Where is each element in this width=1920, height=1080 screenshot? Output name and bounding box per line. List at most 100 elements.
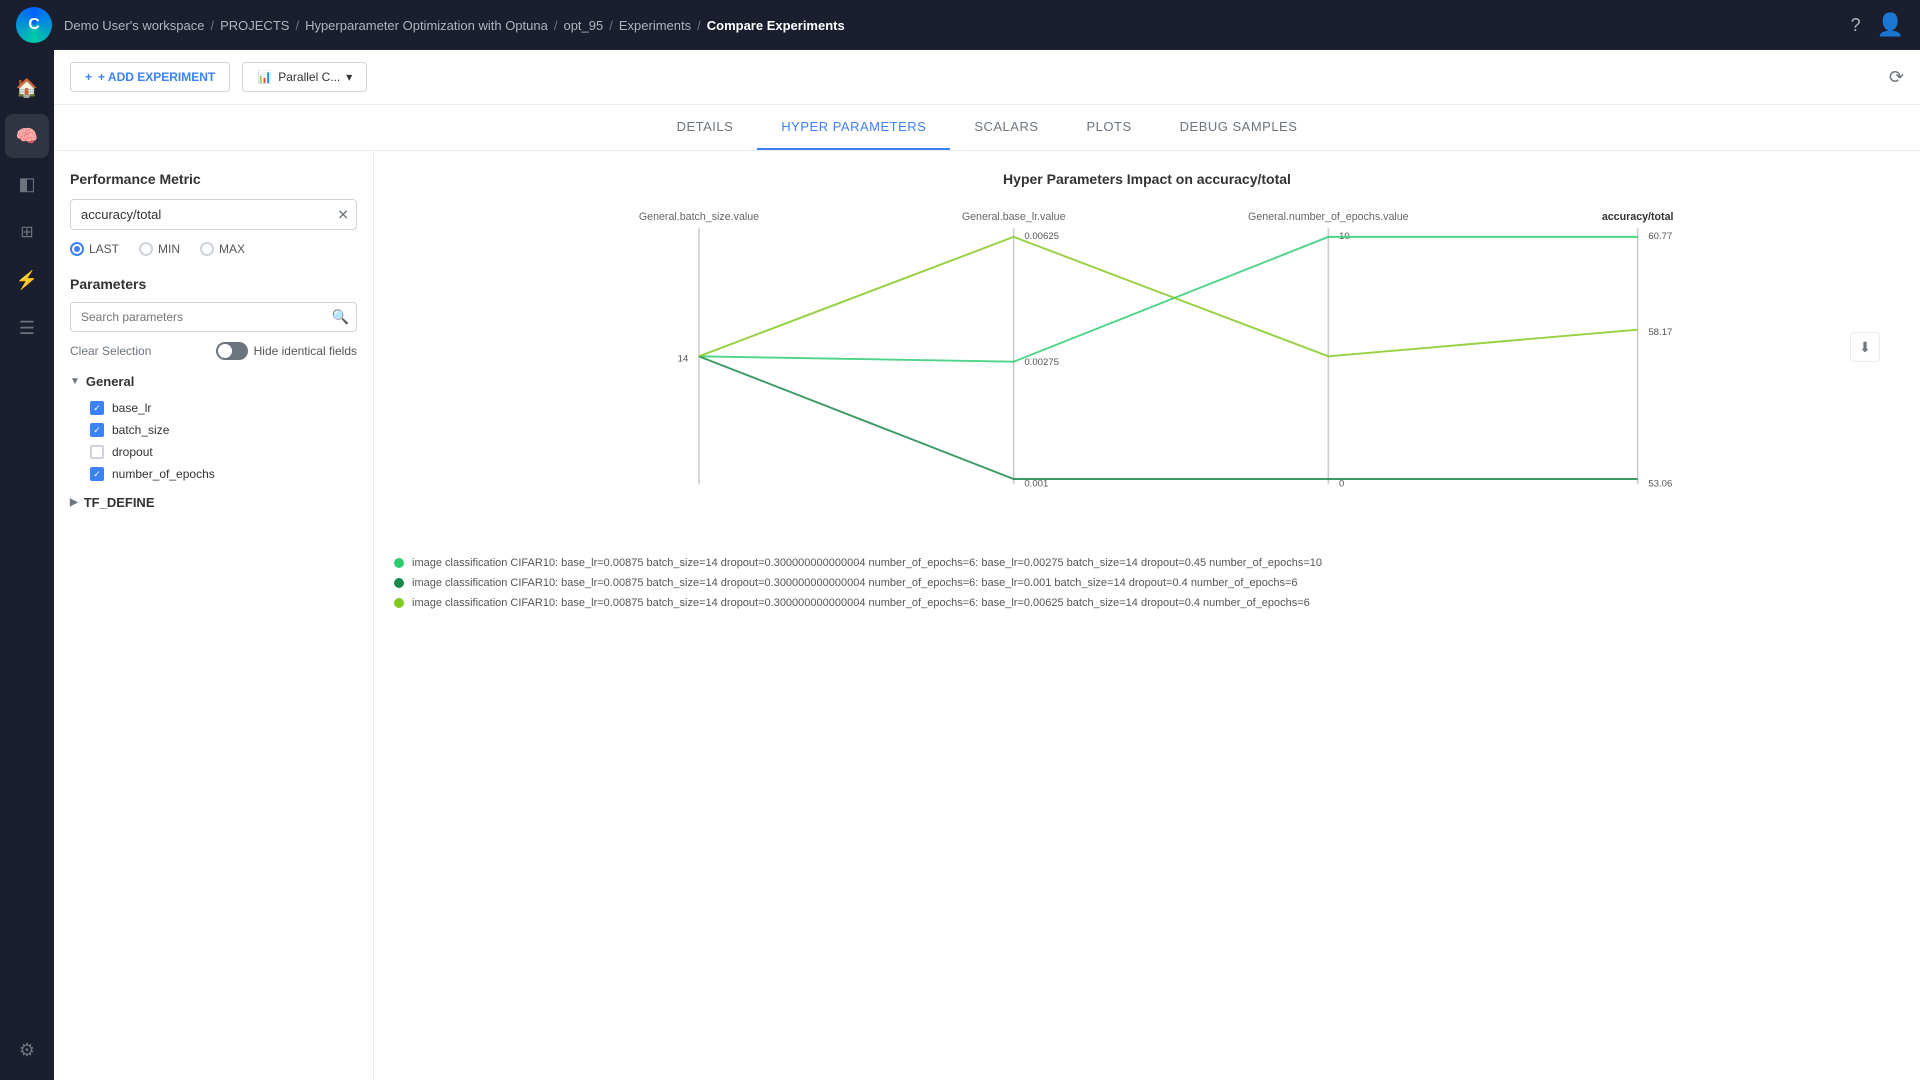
- toolbar: + + ADD EXPERIMENT 📊 Parallel C... ▾ ⟳: [54, 50, 1920, 105]
- main-wrapper: + + ADD EXPERIMENT 📊 Parallel C... ▾ ⟳ D…: [54, 50, 1920, 1080]
- tab-hyper-parameters[interactable]: HYPER PARAMETERS: [757, 105, 950, 150]
- sidebar-item-pipelines[interactable]: ⚡: [5, 258, 49, 302]
- tab-plots[interactable]: PLOTS: [1063, 105, 1156, 150]
- topbar-right: ? 👤: [1851, 12, 1904, 38]
- svg-text:General.batch_size.value: General.batch_size.value: [639, 211, 759, 223]
- legend-item-0: image classification CIFAR10: base_lr=0.…: [394, 557, 1900, 569]
- chevron-down-icon: ▾: [346, 70, 352, 84]
- group-general-header[interactable]: ▼ General: [70, 374, 357, 389]
- legend-text-0: image classification CIFAR10: base_lr=0.…: [412, 557, 1322, 569]
- add-icon: +: [85, 70, 92, 84]
- radio-max[interactable]: MAX: [200, 242, 245, 256]
- legend-item-1: image classification CIFAR10: base_lr=0.…: [394, 577, 1900, 589]
- metric-input[interactable]: [70, 199, 357, 230]
- breadcrumb-sep-2: /: [295, 18, 299, 33]
- group-general-params: base_lr batch_size dropout number_of_epo…: [70, 397, 357, 485]
- legend-dot-1: [394, 578, 404, 588]
- breadcrumb-sep-1: /: [210, 18, 214, 33]
- content-area: Performance Metric ✕ LAST MIN MAX: [54, 151, 1920, 1080]
- breadcrumb-experiments[interactable]: Experiments: [619, 18, 691, 33]
- breadcrumb-sep-4: /: [609, 18, 613, 33]
- svg-text:General.number_of_epochs.value: General.number_of_epochs.value: [1248, 211, 1409, 223]
- param-number-of-epochs[interactable]: number_of_epochs: [70, 463, 357, 485]
- checkbox-number-of-epochs[interactable]: [90, 467, 104, 481]
- user-avatar[interactable]: 👤: [1877, 12, 1904, 38]
- parallel-chart-svg: General.batch_size.value General.base_lr…: [394, 207, 1900, 527]
- legend-area: image classification CIFAR10: base_lr=0.…: [394, 557, 1900, 609]
- checkbox-batch-size[interactable]: [90, 423, 104, 437]
- radio-min-label: MIN: [158, 242, 180, 256]
- breadcrumb-workspace[interactable]: Demo User's workspace: [64, 18, 204, 33]
- chevron-right-tf-define: ▶: [70, 497, 78, 508]
- breadcrumb-project-name[interactable]: Hyperparameter Optimization with Optuna: [305, 18, 548, 33]
- tab-scalars[interactable]: SCALARS: [950, 105, 1062, 150]
- clear-metric-icon[interactable]: ✕: [337, 206, 349, 223]
- radio-group: LAST MIN MAX: [70, 242, 357, 256]
- radio-min[interactable]: MIN: [139, 242, 180, 256]
- parameters-title: Parameters: [70, 276, 357, 292]
- param-dropout-label: dropout: [112, 445, 153, 459]
- app-logo[interactable]: C: [16, 7, 52, 43]
- parallel-label: Parallel C...: [278, 70, 340, 84]
- param-batch-size[interactable]: batch_size: [70, 419, 357, 441]
- breadcrumb-current: Compare Experiments: [707, 18, 845, 33]
- hide-identical-toggle[interactable]: Hide identical fields: [216, 342, 357, 360]
- svg-text:General.base_lr.value: General.base_lr.value: [962, 211, 1066, 223]
- breadcrumb-opt95[interactable]: opt_95: [563, 18, 603, 33]
- refresh-icon[interactable]: ⟳: [1889, 67, 1904, 87]
- checkbox-base-lr[interactable]: [90, 401, 104, 415]
- sidebar: 🏠 🧠 ◧ ⊞ ⚡ ☰ ⚙: [0, 50, 54, 1080]
- right-panel: Hyper Parameters Impact on accuracy/tota…: [374, 151, 1920, 1080]
- left-panel: Performance Metric ✕ LAST MIN MAX: [54, 151, 374, 1080]
- legend-dot-2: [394, 598, 404, 608]
- sidebar-item-layers[interactable]: ◧: [5, 162, 49, 206]
- add-experiment-button[interactable]: + + ADD EXPERIMENT: [70, 62, 230, 92]
- radio-dot-max: [200, 242, 214, 256]
- performance-metric-title: Performance Metric: [70, 171, 357, 187]
- param-dropout[interactable]: dropout: [70, 441, 357, 463]
- sidebar-item-menu[interactable]: ☰: [5, 306, 49, 350]
- svg-text:0.00275: 0.00275: [1024, 357, 1059, 368]
- svg-text:accuracy/total: accuracy/total: [1602, 211, 1674, 223]
- sidebar-item-home[interactable]: 🏠: [5, 66, 49, 110]
- radio-last[interactable]: LAST: [70, 242, 119, 256]
- clear-selection-btn[interactable]: Clear Selection: [70, 344, 151, 358]
- parallel-coords-button[interactable]: 📊 Parallel C... ▾: [242, 62, 367, 92]
- svg-text:0.001: 0.001: [1024, 478, 1048, 489]
- breadcrumb: Demo User's workspace / PROJECTS / Hyper…: [64, 18, 845, 33]
- add-experiment-label: + ADD EXPERIMENT: [98, 70, 215, 84]
- tabs-bar: DETAILS HYPER PARAMETERS SCALARS PLOTS D…: [54, 105, 1920, 151]
- sidebar-item-brain[interactable]: 🧠: [5, 114, 49, 158]
- search-icon[interactable]: 🔍: [332, 309, 349, 326]
- sidebar-item-table[interactable]: ⊞: [5, 210, 49, 254]
- metric-input-wrap: ✕: [70, 199, 357, 230]
- tab-debug-samples[interactable]: DEBUG SAMPLES: [1156, 105, 1322, 150]
- breadcrumb-sep-5: /: [697, 18, 701, 33]
- radio-last-label: LAST: [89, 242, 119, 256]
- param-base-lr-label: base_lr: [112, 401, 151, 415]
- toolbar-right: ⟳: [1889, 67, 1904, 88]
- svg-text:14: 14: [678, 354, 689, 365]
- legend-text-1: image classification CIFAR10: base_lr=0.…: [412, 577, 1298, 589]
- legend-dot-0: [394, 558, 404, 568]
- breadcrumb-projects[interactable]: PROJECTS: [220, 18, 289, 33]
- help-icon[interactable]: ?: [1851, 15, 1861, 36]
- param-base-lr[interactable]: base_lr: [70, 397, 357, 419]
- group-tf-define-header[interactable]: ▶ TF_DEFINE: [70, 495, 357, 510]
- svg-text:0.00625: 0.00625: [1024, 231, 1059, 242]
- svg-text:0: 0: [1339, 478, 1344, 489]
- param-batch-size-label: batch_size: [112, 423, 169, 437]
- search-parameters-input[interactable]: [70, 302, 357, 332]
- radio-dot-min: [139, 242, 153, 256]
- params-actions: Clear Selection Hide identical fields: [70, 342, 357, 360]
- checkbox-dropout[interactable]: [90, 445, 104, 459]
- tab-details[interactable]: DETAILS: [653, 105, 758, 150]
- chart-icon: 📊: [257, 70, 272, 84]
- group-tf-define-label: TF_DEFINE: [84, 495, 155, 510]
- sidebar-item-settings[interactable]: ⚙: [5, 1036, 49, 1080]
- toggle-switch-icon[interactable]: [216, 342, 248, 360]
- legend-item-2: image classification CIFAR10: base_lr=0.…: [394, 597, 1900, 609]
- radio-max-label: MAX: [219, 242, 245, 256]
- group-general-label: General: [86, 374, 134, 389]
- topbar: C Demo User's workspace / PROJECTS / Hyp…: [0, 0, 1920, 50]
